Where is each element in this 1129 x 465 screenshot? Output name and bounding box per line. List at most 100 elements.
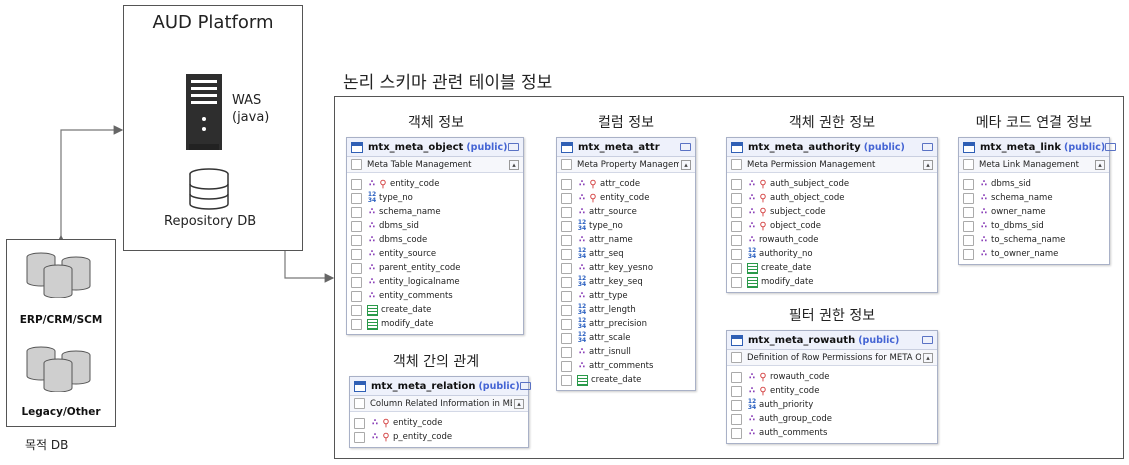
column-checkbox[interactable]	[561, 262, 572, 274]
column-row[interactable]: 12 34 auth_priority	[727, 398, 937, 412]
column-row[interactable]: ∴ ⚲ subject_code	[727, 205, 937, 219]
column-row[interactable]: create_date	[727, 261, 937, 275]
column-checkbox[interactable]	[731, 385, 742, 397]
table-menu-icon[interactable]	[922, 143, 933, 151]
column-checkbox[interactable]	[561, 206, 572, 218]
table-checkbox[interactable]	[731, 159, 742, 170]
column-row[interactable]: ∴ schema_name	[347, 205, 523, 219]
column-checkbox[interactable]	[561, 318, 572, 330]
column-row[interactable]: ∴ attr_comments	[557, 359, 695, 373]
column-checkbox[interactable]	[351, 318, 362, 330]
column-checkbox[interactable]	[351, 262, 362, 274]
column-checkbox[interactable]	[561, 234, 572, 246]
column-row[interactable]: ∴ ⚲ entity_code	[557, 191, 695, 205]
column-checkbox[interactable]	[731, 276, 742, 288]
column-row[interactable]: 12 34 attr_seq	[557, 247, 695, 261]
table-mtx-meta-attr[interactable]: mtx_meta_attrMeta Property Managemen▴∴⚲a…	[556, 137, 696, 391]
column-row[interactable]: ∴ auth_comments	[727, 426, 937, 440]
column-row[interactable]: ∴ ⚲ entity_code	[727, 384, 937, 398]
column-checkbox[interactable]	[731, 220, 742, 232]
column-checkbox[interactable]	[731, 192, 742, 204]
table-menu-icon[interactable]	[508, 143, 519, 151]
column-row[interactable]: ∴ ⚲ entity_code	[350, 416, 528, 430]
column-checkbox[interactable]	[561, 248, 572, 260]
collapse-icon[interactable]: ▴	[1095, 159, 1105, 170]
column-checkbox[interactable]	[354, 431, 365, 443]
column-checkbox[interactable]	[731, 178, 742, 190]
column-row[interactable]: ∴ attr_key_yesno	[557, 261, 695, 275]
table-checkbox[interactable]	[354, 398, 365, 409]
column-checkbox[interactable]	[351, 178, 362, 190]
column-checkbox[interactable]	[561, 192, 572, 204]
column-row[interactable]: 12 34 type_no	[557, 219, 695, 233]
column-row[interactable]: ∴ owner_name	[959, 205, 1109, 219]
collapse-icon[interactable]: ▴	[681, 159, 691, 170]
column-checkbox[interactable]	[963, 192, 974, 204]
column-checkbox[interactable]	[561, 346, 572, 358]
column-row[interactable]: ∴ attr_source	[557, 205, 695, 219]
column-checkbox[interactable]	[731, 371, 742, 383]
column-checkbox[interactable]	[561, 178, 572, 190]
column-row[interactable]: ∴ ⚲ attr_code	[557, 177, 695, 191]
column-checkbox[interactable]	[731, 234, 742, 246]
table-mtx-meta-link[interactable]: mtx_meta_link (public) Meta Link Managemen…	[958, 137, 1117, 265]
column-row[interactable]: ∴ ⚲ entity_code	[347, 177, 523, 191]
column-row[interactable]: ∴ ⚲ auth_subject_code	[727, 177, 937, 191]
column-row[interactable]: modify_date	[347, 317, 523, 331]
column-checkbox[interactable]	[963, 248, 974, 260]
column-row[interactable]: ∴ dbms_sid	[347, 219, 523, 233]
column-row[interactable]: ∴ ⚲ object_code	[727, 219, 937, 233]
collapse-icon[interactable]: ▴	[514, 398, 524, 409]
column-row[interactable]: ∴ dbms_sid	[959, 177, 1109, 191]
table-checkbox[interactable]	[731, 352, 742, 363]
column-checkbox[interactable]	[731, 262, 742, 274]
table-menu-icon[interactable]	[1105, 143, 1117, 151]
column-row[interactable]: ∴ attr_name	[557, 233, 695, 247]
collapse-icon[interactable]: ▴	[923, 159, 933, 170]
column-checkbox[interactable]	[731, 399, 742, 411]
column-checkbox[interactable]	[561, 220, 572, 232]
column-row[interactable]: ∴ parent_entity_code	[347, 261, 523, 275]
table-checkbox[interactable]	[963, 159, 974, 170]
column-row[interactable]: create_date	[557, 373, 695, 387]
table-checkbox[interactable]	[351, 159, 362, 170]
column-row[interactable]: ∴ dbms_code	[347, 233, 523, 247]
column-checkbox[interactable]	[351, 290, 362, 302]
column-checkbox[interactable]	[561, 360, 572, 372]
column-row[interactable]: ∴ to_owner_name	[959, 247, 1109, 261]
table-menu-icon[interactable]	[680, 143, 691, 151]
table-mtx-meta-relation[interactable]: mtx_meta_relation (public) Column Related …	[349, 376, 531, 448]
column-checkbox[interactable]	[963, 178, 974, 190]
column-checkbox[interactable]	[731, 248, 742, 260]
column-row[interactable]: ∴ schema_name	[959, 191, 1109, 205]
column-checkbox[interactable]	[561, 290, 572, 302]
column-checkbox[interactable]	[963, 220, 974, 232]
column-row[interactable]: ∴ to_dbms_sid	[959, 219, 1109, 233]
column-row[interactable]: 12 34 attr_precision	[557, 317, 695, 331]
column-row[interactable]: ∴ auth_group_code	[727, 412, 937, 426]
column-checkbox[interactable]	[561, 332, 572, 344]
column-checkbox[interactable]	[963, 234, 974, 246]
column-checkbox[interactable]	[351, 206, 362, 218]
column-checkbox[interactable]	[561, 304, 572, 316]
column-row[interactable]: modify_date	[727, 275, 937, 289]
column-row[interactable]: ∴ ⚲ auth_object_code	[727, 191, 937, 205]
column-row[interactable]: ∴ ⚲ rowauth_code	[727, 370, 937, 384]
collapse-icon[interactable]: ▴	[509, 159, 519, 170]
column-checkbox[interactable]	[354, 417, 365, 429]
column-row[interactable]: ∴ entity_logicalname	[347, 275, 523, 289]
column-row[interactable]: ∴ entity_source	[347, 247, 523, 261]
column-checkbox[interactable]	[731, 427, 742, 439]
column-checkbox[interactable]	[561, 374, 572, 386]
column-row[interactable]: 12 34 attr_length	[557, 303, 695, 317]
column-checkbox[interactable]	[351, 304, 362, 316]
column-row[interactable]: ∴ ⚲ p_entity_code	[350, 430, 528, 444]
column-row[interactable]: ∴ rowauth_code	[727, 233, 937, 247]
column-row[interactable]: 12 34 attr_key_seq	[557, 275, 695, 289]
column-checkbox[interactable]	[351, 220, 362, 232]
column-checkbox[interactable]	[731, 413, 742, 425]
column-row[interactable]: ∴ attr_isnull	[557, 345, 695, 359]
column-checkbox[interactable]	[351, 276, 362, 288]
column-checkbox[interactable]	[351, 234, 362, 246]
column-checkbox[interactable]	[963, 206, 974, 218]
